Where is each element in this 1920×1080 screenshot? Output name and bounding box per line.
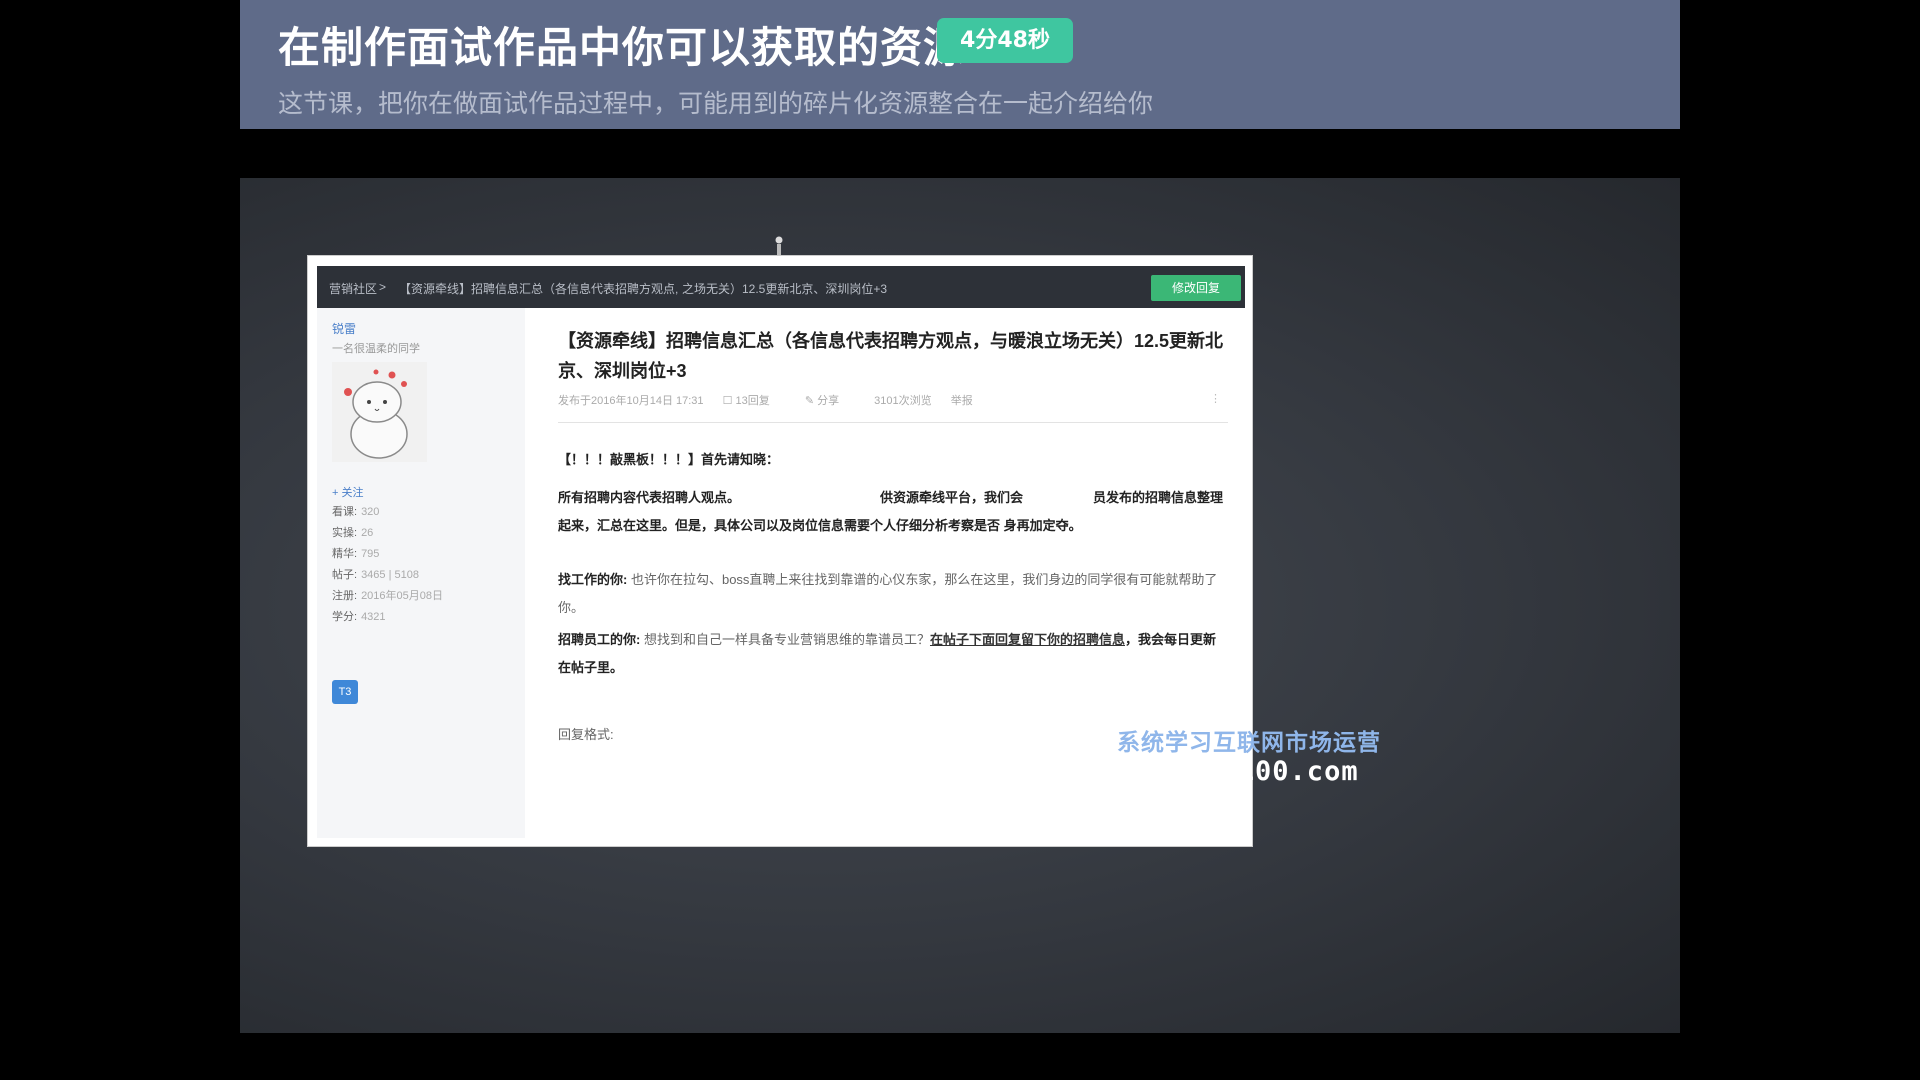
edit-reply-button[interactable]: 修改回复 (1151, 275, 1241, 301)
breadcrumb-separator: > (379, 280, 387, 294)
reply-link[interactable]: 在帖子下面回复留下你的招聘信息 (930, 632, 1125, 647)
avatar[interactable] (332, 362, 427, 462)
report-link[interactable]: 举报 (951, 395, 973, 407)
watermark-url: nuanshi100.com (1117, 756, 1359, 787)
follow-link[interactable]: + 关注 (332, 484, 363, 500)
share-link[interactable]: ✎ 分享 (805, 395, 855, 407)
paragraph-jobseekers: 找工作的你: 也许你在拉勾、boss直聘上来往找到靠谱的心仪东家，那么在这里，我… (558, 572, 1218, 615)
forum-topbar: 营销社区 > 【资源牵线】招聘信息汇总（各信息代表招聘方观点, 之场无关）12.… (317, 266, 1245, 308)
more-icon[interactable]: ⋮ (1210, 392, 1221, 405)
stat-row: 实操: 26 (332, 527, 374, 539)
stat-row: 精华: 795 (332, 548, 380, 560)
post-date: 发布于2016年10月14日 17:31 (558, 395, 704, 407)
mouse-cursor-icon (775, 236, 783, 256)
duration-badge: 4分48秒 (937, 18, 1073, 63)
lesson-title: 在制作面试作品中你可以获取的资源 (278, 23, 967, 72)
stat-row: 看课: 320 (332, 506, 380, 518)
post-meta: 发布于2016年10月14日 17:31 ☐ 13回复 ✎ 分享 3101次浏览… (558, 392, 989, 408)
author-name[interactable]: 锐雷 (332, 320, 356, 337)
forum-screenshot: 营销社区 > 【资源牵线】招聘信息汇总（各信息代表招聘方观点, 之场无关）12.… (308, 256, 1252, 846)
paragraph-disclaimer: 所有招聘内容代表招聘人观点。 供资源牵线平台，我们会 员发布的招聘信息整理起来，汇总… (558, 490, 1224, 533)
author-signature: 一名很温柔的同学 (332, 343, 420, 355)
paragraph-recruiters: 招聘员工的你: 想找到和自己一样具备专业营销思维的靠谱员工？在帖子下面回复留下你… (558, 632, 1217, 675)
breadcrumb-title-end: 之场无关）12.5更新北京、深圳岗位+3 (682, 282, 888, 296)
breadcrumb-title-start: 【资源牵线】招聘信息汇总（各信息代表招聘方观点, (399, 282, 679, 296)
post-title: 【资源牵线】招聘信息汇总（各信息代表招聘方观点，与暖浪立场无关）12.5更新北京… (558, 331, 1224, 381)
notice-line: 【！！！敲黑板！！！】首先请知晓： (558, 452, 780, 467)
lesson-header: 在制作面试作品中你可以获取的资源 4分48秒 这节课，把你在做面试作品过程中，可… (240, 0, 1680, 129)
level-badge: T3 (332, 680, 358, 704)
divider (558, 422, 1228, 423)
stat-row: 注册: 2016年05月08日 (332, 590, 444, 602)
view-count: 3101次浏览 (874, 395, 932, 407)
lesson-subtitle: 这节课，把你在做面试作品过程中，可能用到的碎片化资源整合在一起介绍给你 (278, 89, 1154, 118)
video-frame: 营销社区 > 【资源牵线】招聘信息汇总（各信息代表招聘方观点, 之场无关）12.… (240, 178, 1680, 1033)
breadcrumb-home[interactable]: 营销社区 (329, 280, 377, 297)
stat-row: 帖子: 3465 | 5108 (332, 569, 419, 581)
stat-row: 学分: 4321 (332, 611, 386, 623)
reply-count[interactable]: ☐ 13回复 (723, 395, 786, 407)
author-panel: 锐雷 一名很温柔的同学 + 关注 看课: 320 实操: 26 精华: 795 帖子:… (317, 308, 525, 838)
watermark-slogan: 系统学习互联网市场运营 (1117, 730, 1381, 756)
